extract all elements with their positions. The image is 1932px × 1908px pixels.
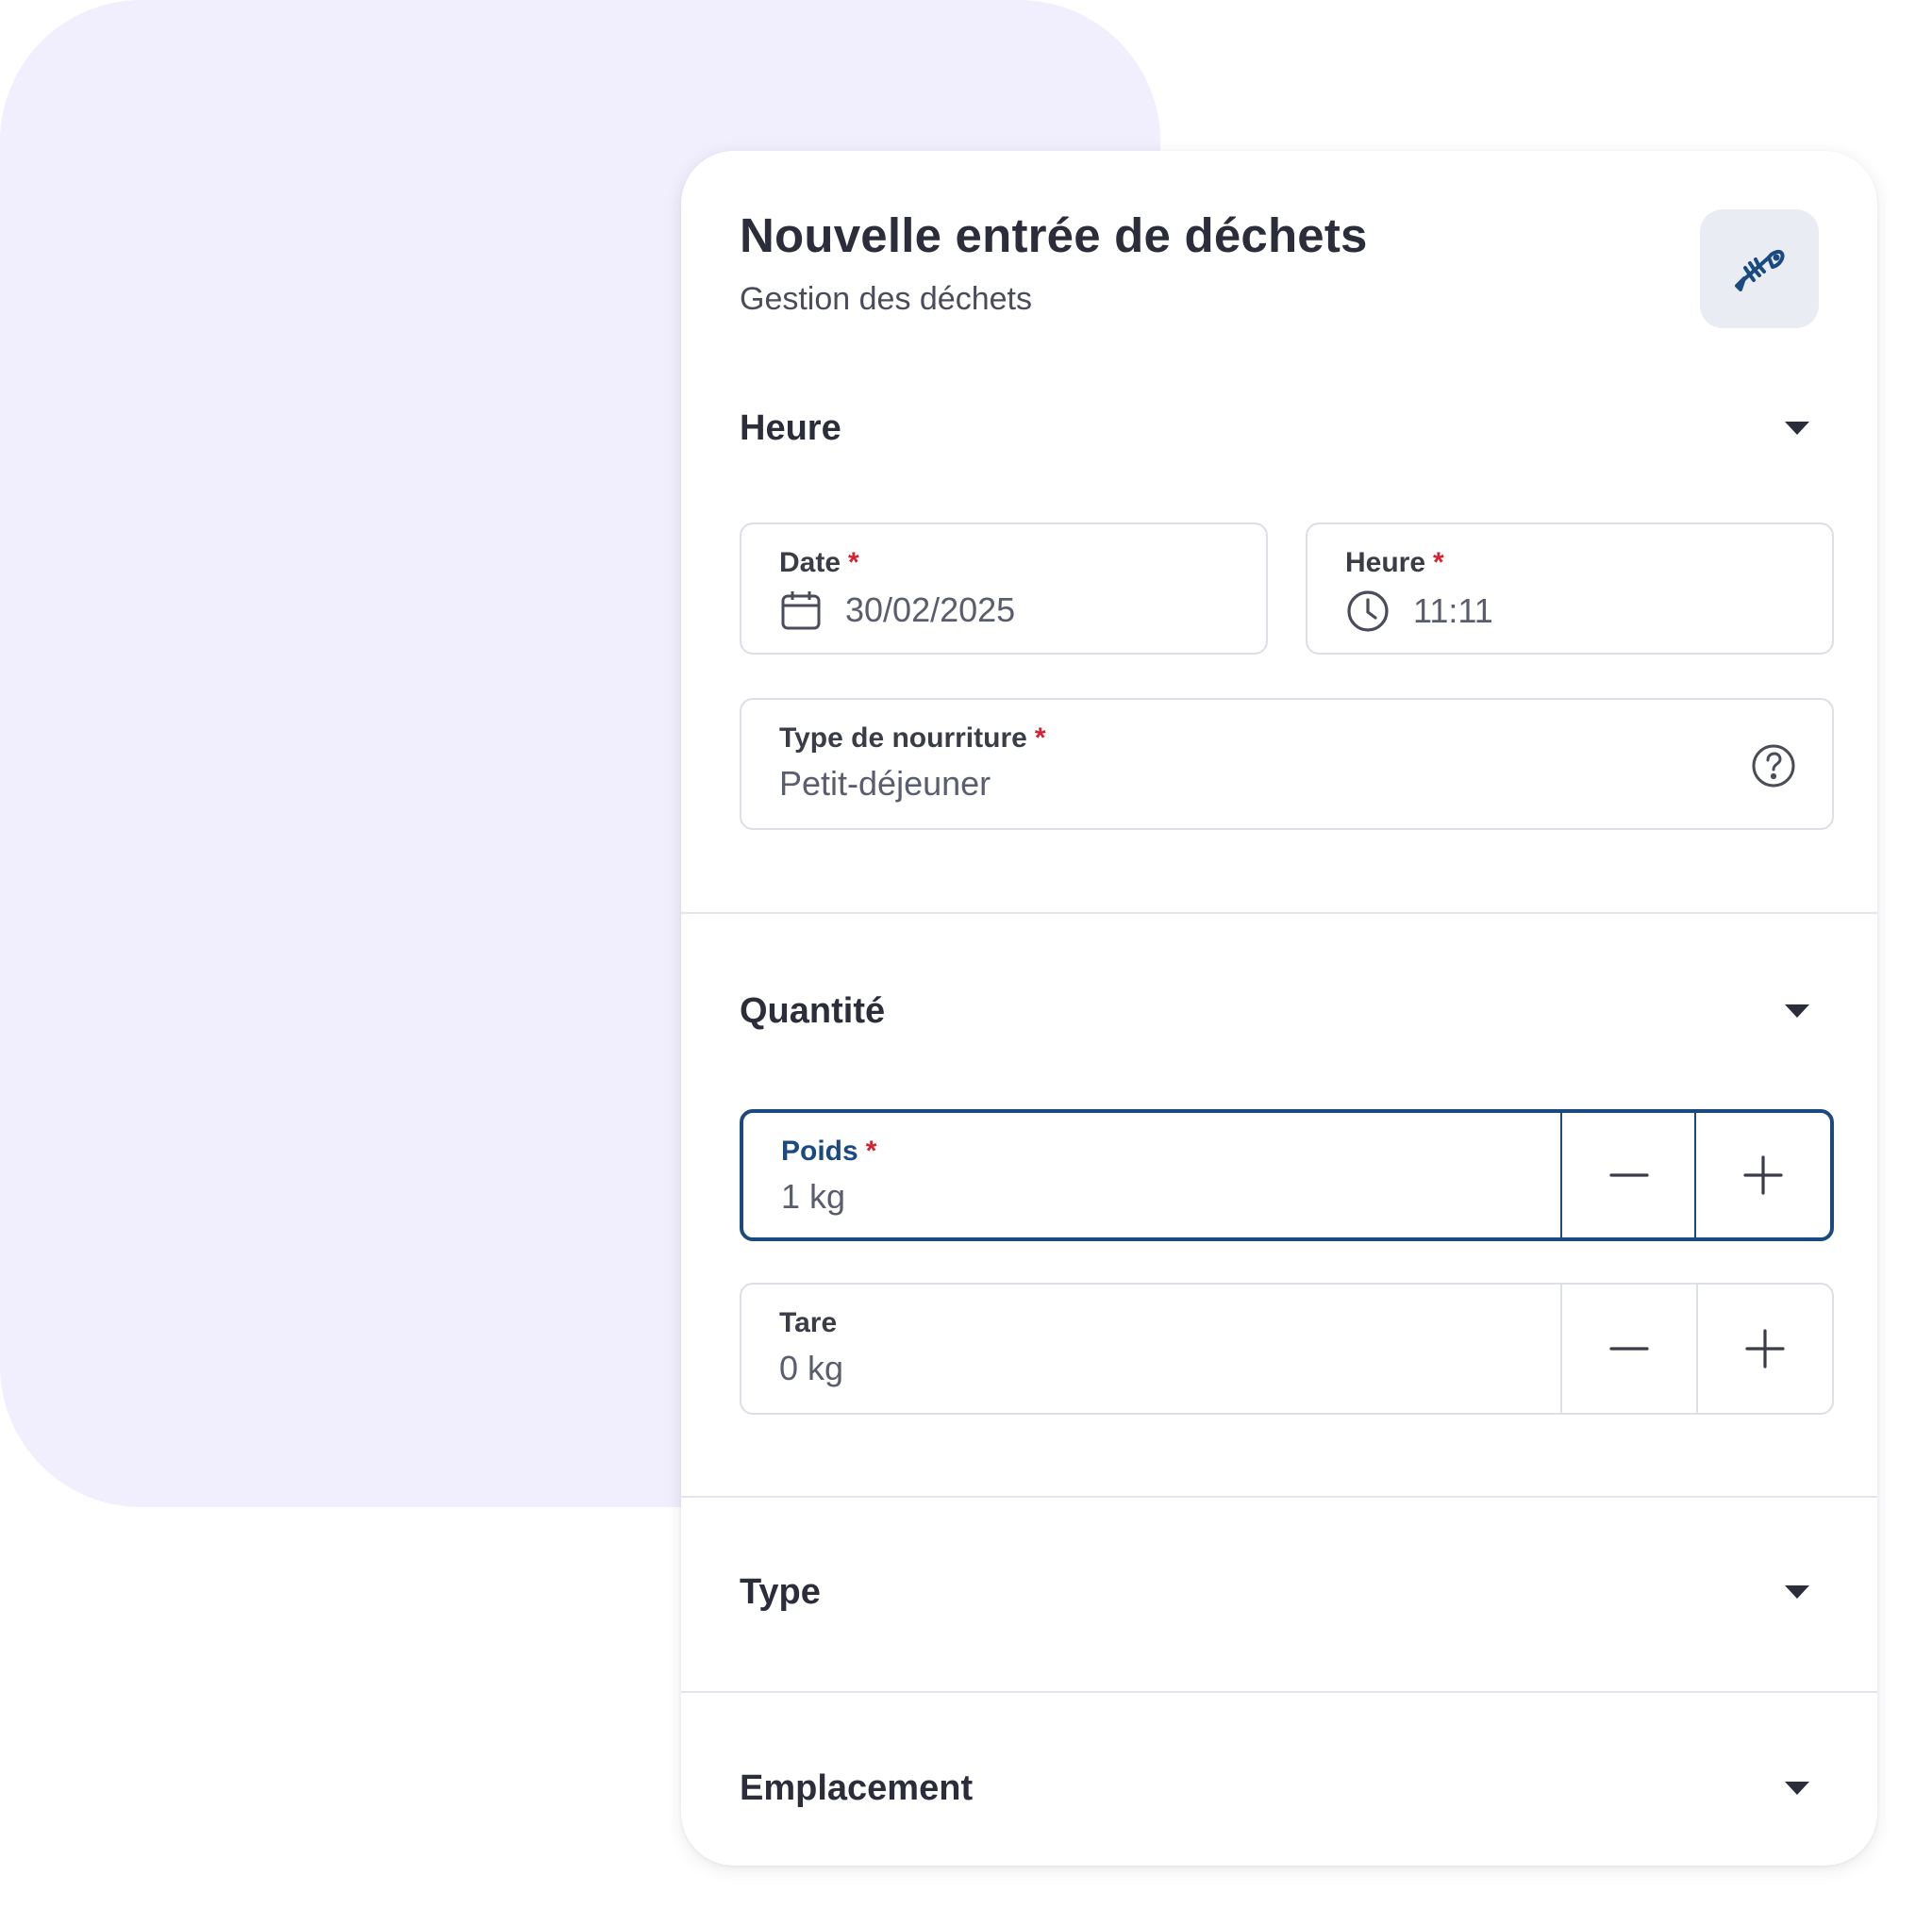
- minus-icon: [1609, 1347, 1649, 1351]
- plus-icon: [1743, 1155, 1783, 1195]
- tare-value: 0 kg: [779, 1349, 844, 1387]
- time-value: 11:11: [1413, 591, 1493, 630]
- weight-field[interactable]: Poids * 1 kg: [740, 1109, 1834, 1241]
- section-heure-title: Heure: [740, 407, 841, 448]
- section-heure-header[interactable]: Heure: [740, 400, 1819, 456]
- required-marker: *: [848, 547, 859, 578]
- date-value: 30/02/2025: [845, 590, 1016, 629]
- section-emplacement-header[interactable]: Emplacement: [740, 1760, 1819, 1817]
- section-type-header[interactable]: Type: [740, 1564, 1819, 1620]
- category-icon-tile: [1700, 209, 1819, 328]
- tare-label: Tare: [779, 1307, 838, 1338]
- card-header: Nouvelle entrée de déchets Gestion des d…: [740, 208, 1819, 332]
- fish-bone-icon: [1735, 249, 1785, 291]
- chevron-down-icon: [1785, 422, 1809, 435]
- required-marker: *: [1034, 722, 1046, 754]
- waste-entry-card: Nouvelle entrée de déchets Gestion des d…: [681, 151, 1877, 1866]
- calendar-icon: [781, 591, 821, 630]
- food-type-label: Type de nourriture: [779, 722, 1027, 754]
- section-emplacement-title: Emplacement: [740, 1767, 974, 1808]
- date-field[interactable]: Date * 30/02/2025: [740, 523, 1268, 655]
- weight-label: Poids: [781, 1136, 858, 1167]
- help-icon[interactable]: [1751, 743, 1796, 788]
- weight-decrement-button[interactable]: [1560, 1113, 1696, 1237]
- weight-increment-button[interactable]: [1694, 1113, 1830, 1237]
- tare-increment-button[interactable]: [1696, 1285, 1832, 1413]
- chevron-down-icon: [1785, 1782, 1809, 1795]
- section-quantite-title: Quantité: [740, 990, 886, 1031]
- time-field[interactable]: Heure * 11:11: [1306, 523, 1834, 655]
- plus-icon: [1745, 1329, 1785, 1369]
- tare-field[interactable]: Tare 0 kg: [740, 1283, 1834, 1415]
- required-marker: *: [1433, 547, 1444, 578]
- required-marker: *: [865, 1136, 877, 1167]
- section-type-title: Type: [740, 1571, 821, 1612]
- section-divider: [681, 1496, 1877, 1498]
- weight-value: 1 kg: [781, 1177, 846, 1216]
- section-quantite-header[interactable]: Quantité: [740, 983, 1819, 1039]
- chevron-down-icon: [1785, 1585, 1809, 1599]
- time-label: Heure: [1345, 547, 1426, 578]
- food-type-value: Petit-déjeuner: [779, 764, 991, 803]
- page-title: Nouvelle entrée de déchets: [740, 208, 1368, 262]
- section-divider: [681, 912, 1877, 914]
- minus-icon: [1609, 1173, 1649, 1177]
- food-type-field[interactable]: Type de nourriture * Petit-déjeuner: [740, 698, 1834, 830]
- section-divider: [681, 1691, 1877, 1693]
- page-subtitle: Gestion des déchets: [740, 281, 1032, 318]
- date-label: Date: [779, 547, 841, 578]
- clock-icon: [1347, 590, 1389, 632]
- tare-decrement-button[interactable]: [1560, 1285, 1696, 1413]
- chevron-down-icon: [1785, 1004, 1809, 1018]
